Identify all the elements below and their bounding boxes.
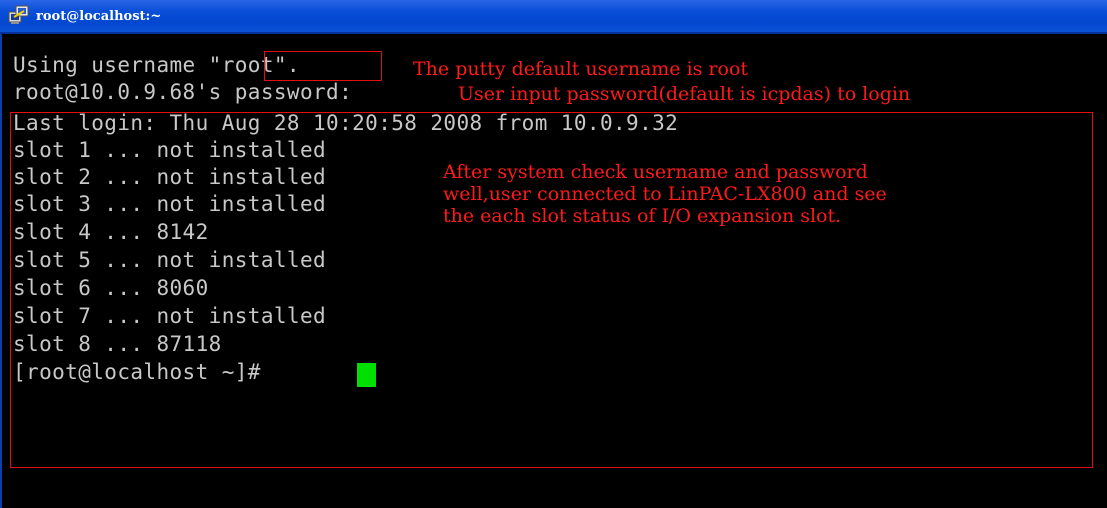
terminal-line-username: Using username "root". [13,52,300,79]
username-note: The putty default username is root [413,58,749,80]
password-note: User input password(default is icpdas) t… [458,83,911,105]
username-prefix: Using username [13,53,209,77]
status-note-line-2: well,user connected to LinPAC-LX800 and … [443,183,887,205]
putty-icon [8,5,29,24]
putty-window: root@localhost:~ Using username "root". … [0,0,1107,508]
title-bar[interactable]: root@localhost:~ [0,0,1107,34]
username-highlight-box [264,51,382,81]
status-note-line-1: After system check username and password [443,161,868,183]
terminal-line-password: root@10.0.9.68's password: [13,80,353,104]
status-note-line-3: the each slot status of I/O expansion sl… [443,205,842,227]
terminal-area[interactable]: Using username "root". root@10.0.9.68's … [2,34,1107,508]
window-title: root@localhost:~ [36,9,162,24]
